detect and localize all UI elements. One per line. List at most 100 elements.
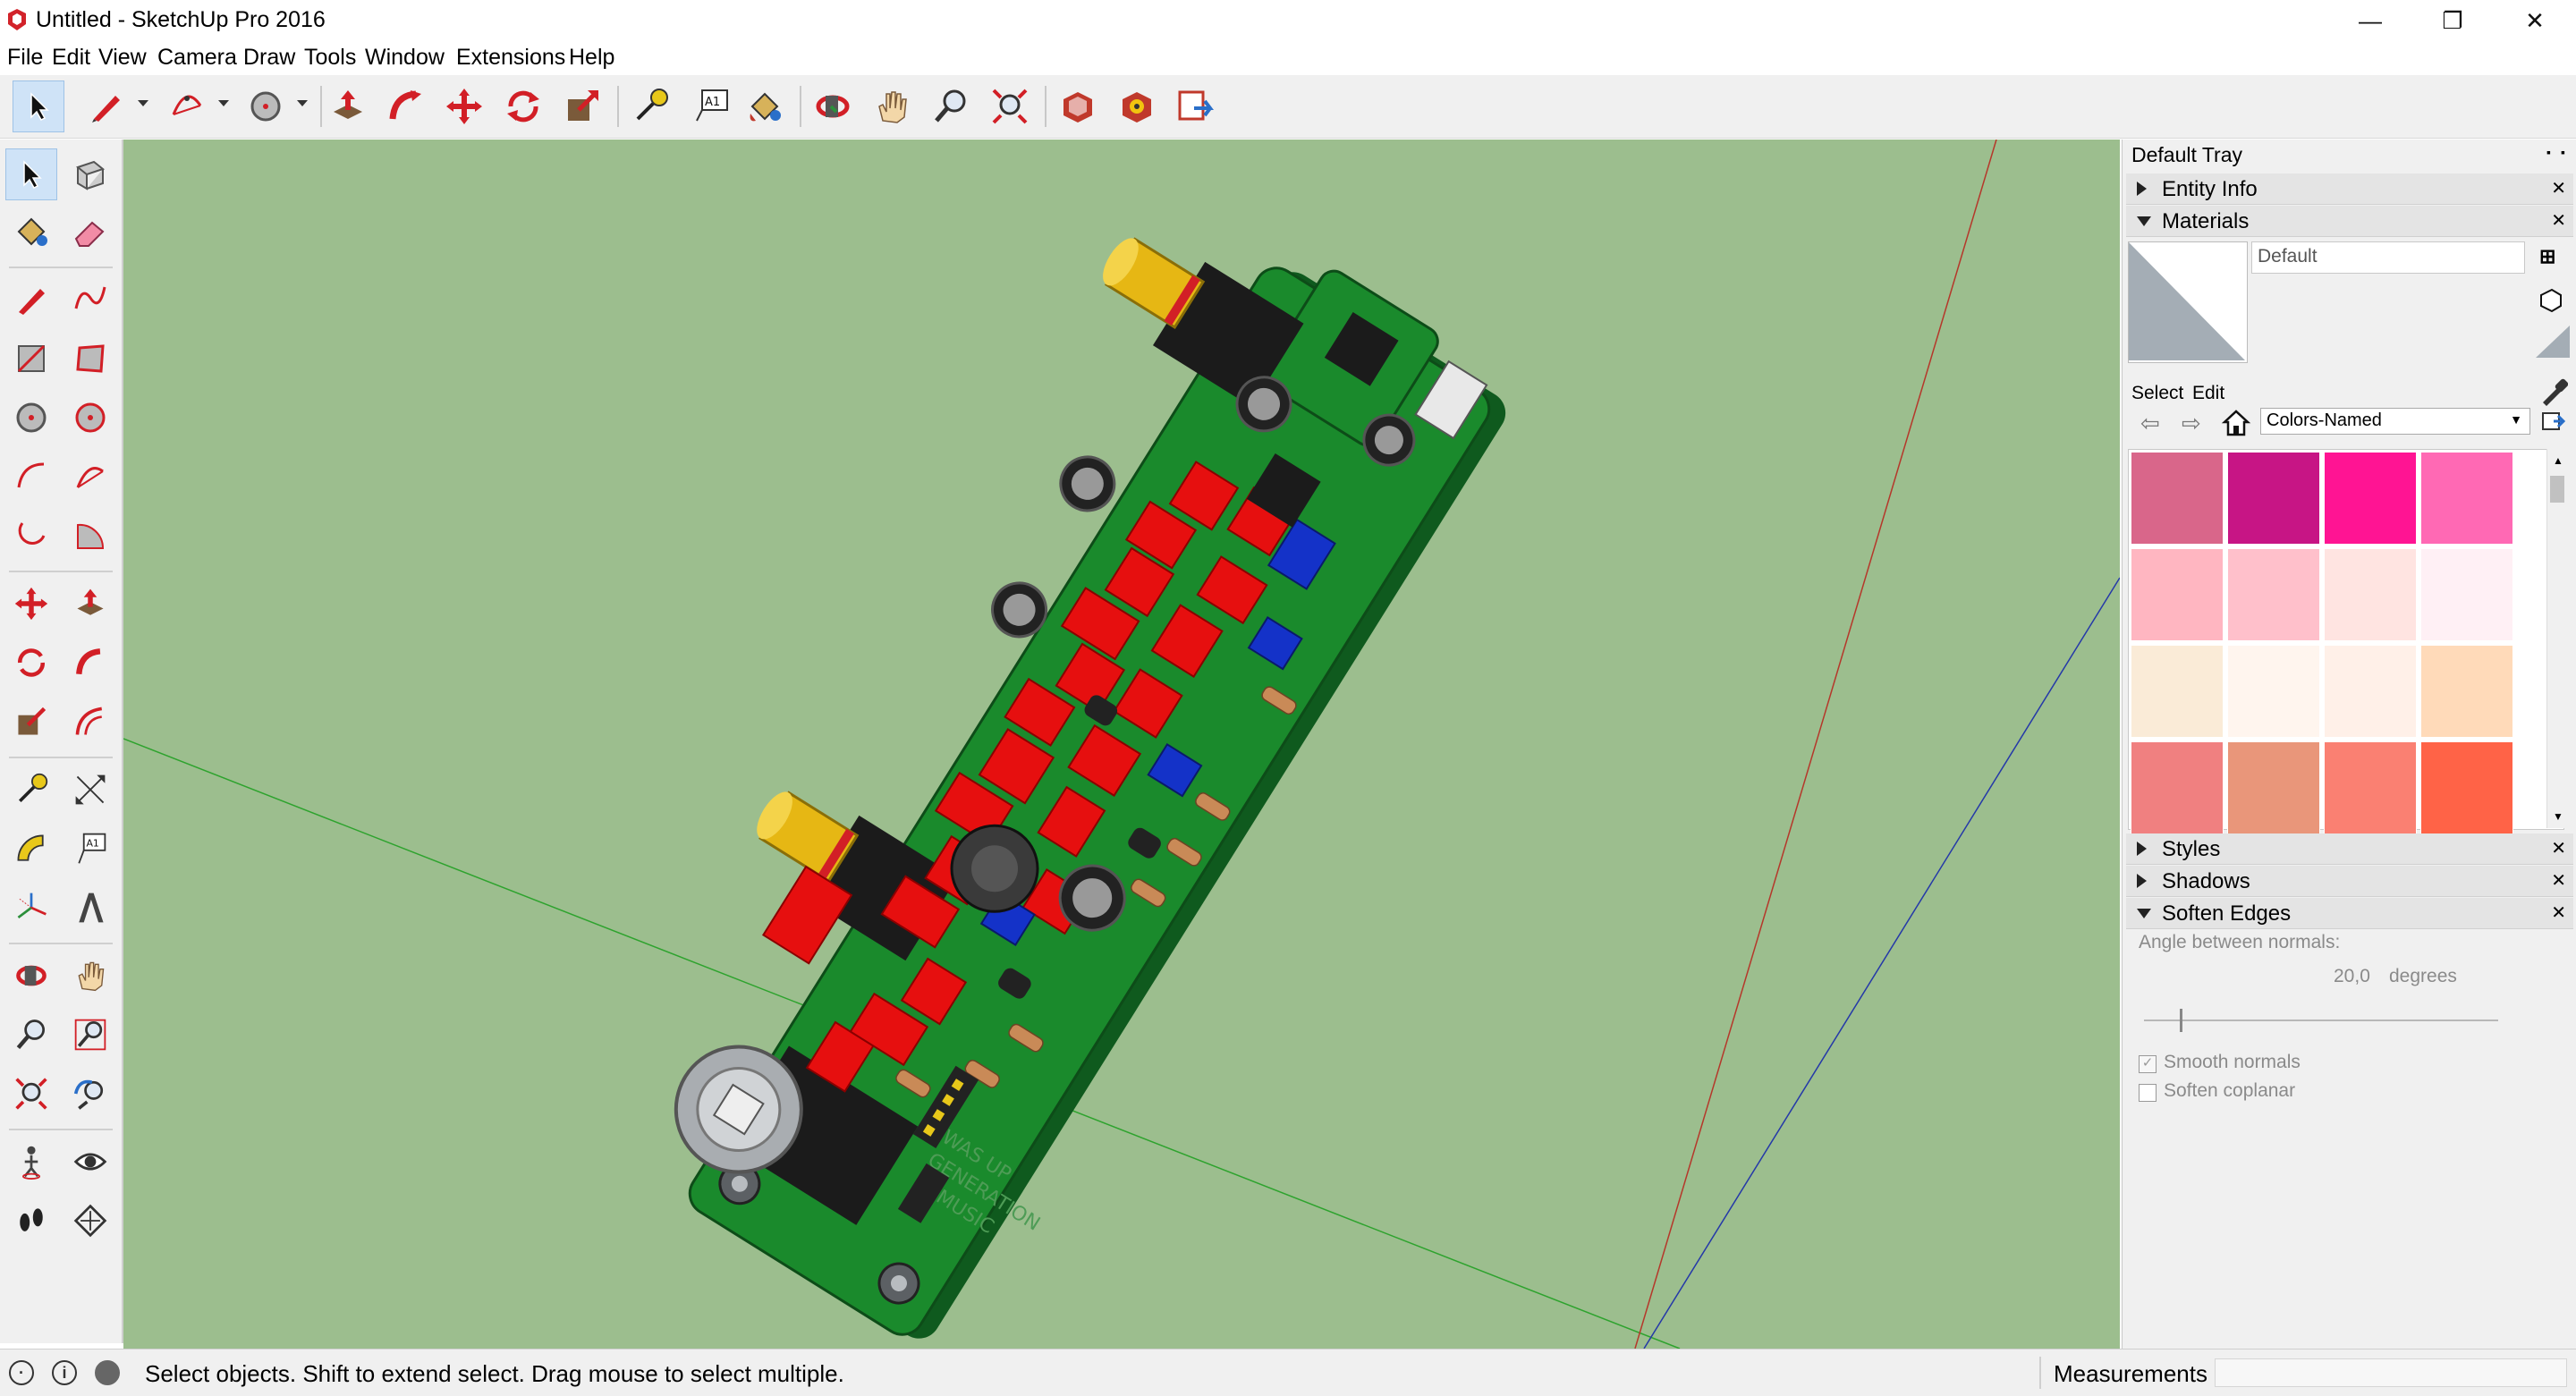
pan-tool[interactable] — [64, 950, 116, 1002]
rotated-rectangle-tool[interactable] — [64, 333, 116, 385]
material-swatch[interactable] — [2324, 741, 2417, 834]
materials-tab-select[interactable]: Select — [2131, 383, 2183, 404]
axes-tool[interactable] — [5, 882, 57, 934]
minimize-button[interactable]: — — [2329, 0, 2411, 41]
text-tool[interactable]: A1 — [64, 823, 116, 875]
arc-tool[interactable] — [5, 451, 57, 503]
material-swatch[interactable] — [2131, 548, 2224, 641]
material-swatch[interactable] — [2227, 645, 2320, 738]
material-library-select[interactable]: Colors-Named ▼ — [2260, 408, 2530, 435]
arc-tool-button[interactable] — [161, 80, 213, 132]
material-swatch[interactable] — [2131, 741, 2224, 834]
tray-pin-icon[interactable]: ▪ — [2546, 145, 2551, 159]
pie-tool[interactable] — [64, 510, 116, 562]
styles-panel-header[interactable]: Styles ✕ — [2126, 833, 2573, 865]
extension-warehouse-button[interactable] — [1111, 80, 1163, 132]
rotate-tool[interactable] — [5, 637, 57, 689]
select-tool[interactable] — [5, 148, 57, 200]
menu-camera[interactable]: Camera — [157, 45, 237, 71]
freehand-tool[interactable] — [64, 274, 116, 326]
push-pull-tool[interactable] — [64, 578, 116, 630]
material-swatch[interactable] — [2324, 548, 2417, 641]
rotate-button[interactable] — [497, 80, 549, 132]
move-tool[interactable] — [5, 578, 57, 630]
shapes-tool-button[interactable] — [240, 80, 292, 132]
forward-arrow-icon[interactable]: ⇨ — [2182, 410, 2201, 437]
two-point-arc-tool[interactable] — [64, 451, 116, 503]
panel-close-icon[interactable]: ✕ — [2551, 209, 2566, 232]
soften-coplanar-checkbox[interactable] — [2139, 1084, 2157, 1102]
3d-warehouse-button[interactable] — [1052, 80, 1104, 132]
angle-slider-track[interactable] — [2144, 1009, 2498, 1032]
material-swatch[interactable] — [2420, 452, 2513, 545]
orbit-tool[interactable] — [5, 950, 57, 1002]
menu-help[interactable]: Help — [569, 45, 614, 71]
make-component-tool[interactable] — [64, 148, 116, 200]
menu-extensions[interactable]: Extensions — [456, 45, 565, 71]
default-material-icon[interactable] — [2538, 286, 2564, 313]
menu-window[interactable]: Window — [365, 45, 445, 71]
eyedropper-icon[interactable] — [2539, 377, 2569, 406]
materials-panel-header[interactable]: Materials ✕ — [2126, 206, 2573, 237]
select-tool-button[interactable] — [13, 80, 64, 132]
material-swatch[interactable] — [2227, 548, 2320, 641]
move-button[interactable] — [438, 80, 490, 132]
material-swatch[interactable] — [2131, 645, 2224, 738]
section-plane-tool[interactable] — [64, 1195, 116, 1247]
paint-bucket-button[interactable] — [739, 80, 791, 132]
zoom-button[interactable] — [925, 80, 977, 132]
geolocation-icon[interactable]: · — [9, 1360, 34, 1385]
line-dropdown-icon[interactable] — [138, 100, 148, 106]
offset-tool[interactable] — [64, 696, 116, 748]
push-pull-button[interactable] — [322, 80, 374, 132]
panel-close-icon[interactable]: ✕ — [2551, 177, 2566, 199]
circle-tool[interactable] — [5, 392, 57, 444]
line-tool-button[interactable] — [80, 80, 132, 132]
menu-tools[interactable]: Tools — [304, 45, 356, 71]
pan-button[interactable] — [866, 80, 918, 132]
smooth-normals-checkbox[interactable]: ✓ — [2139, 1055, 2157, 1073]
panel-close-icon[interactable]: ✕ — [2551, 901, 2566, 924]
previous-view-tool[interactable] — [64, 1068, 116, 1120]
material-swatch[interactable] — [2324, 645, 2417, 738]
swatch-scrollbar[interactable]: ▲ ▼ — [2546, 449, 2567, 828]
menu-file[interactable]: File — [7, 45, 43, 71]
angle-slider-thumb[interactable] — [2180, 1009, 2182, 1032]
measurements-input[interactable] — [2215, 1358, 2567, 1387]
create-material-icon[interactable]: ⊞ — [2539, 245, 2563, 268]
menu-draw[interactable]: Draw — [243, 45, 295, 71]
back-arrow-icon[interactable]: ⇦ — [2140, 410, 2160, 437]
3d-text-tool[interactable] — [64, 882, 116, 934]
text-tool-button[interactable]: A1 — [685, 80, 737, 132]
materials-tab-edit[interactable]: Edit — [2192, 383, 2224, 404]
sample-paint-icon[interactable] — [2534, 322, 2572, 360]
look-around-tool[interactable] — [64, 1136, 116, 1188]
scale-tool[interactable] — [5, 696, 57, 748]
shadows-panel-header[interactable]: Shadows ✕ — [2126, 866, 2573, 897]
material-swatch[interactable] — [2324, 452, 2417, 545]
follow-me-button[interactable] — [379, 80, 431, 132]
info-icon[interactable]: i — [52, 1360, 77, 1385]
entity-info-panel-header[interactable]: Entity Info ✕ — [2126, 173, 2573, 205]
panel-close-icon[interactable]: ✕ — [2551, 869, 2566, 892]
walk-tool[interactable] — [5, 1195, 57, 1247]
zoom-extents-tool[interactable] — [5, 1068, 57, 1120]
material-swatch[interactable] — [2420, 548, 2513, 641]
three-point-arc-tool[interactable] — [5, 510, 57, 562]
zoom-extents-button[interactable] — [984, 80, 1036, 132]
follow-me-tool[interactable] — [64, 637, 116, 689]
position-camera-tool[interactable] — [5, 1136, 57, 1188]
tray-close-icon[interactable]: ▪ — [2561, 145, 2565, 159]
scroll-thumb[interactable] — [2550, 476, 2564, 503]
line-tool[interactable] — [5, 274, 57, 326]
orbit-button[interactable] — [807, 80, 859, 132]
scale-button[interactable] — [556, 80, 608, 132]
tape-measure-button[interactable] — [624, 80, 676, 132]
zoom-tool[interactable] — [5, 1009, 57, 1061]
send-to-layout-button[interactable] — [1170, 80, 1222, 132]
zoom-window-tool[interactable] — [64, 1009, 116, 1061]
arc-dropdown-icon[interactable] — [218, 100, 229, 106]
shapes-dropdown-icon[interactable] — [297, 100, 308, 106]
material-swatch[interactable] — [2131, 452, 2224, 545]
paint-bucket-tool[interactable] — [5, 206, 57, 258]
